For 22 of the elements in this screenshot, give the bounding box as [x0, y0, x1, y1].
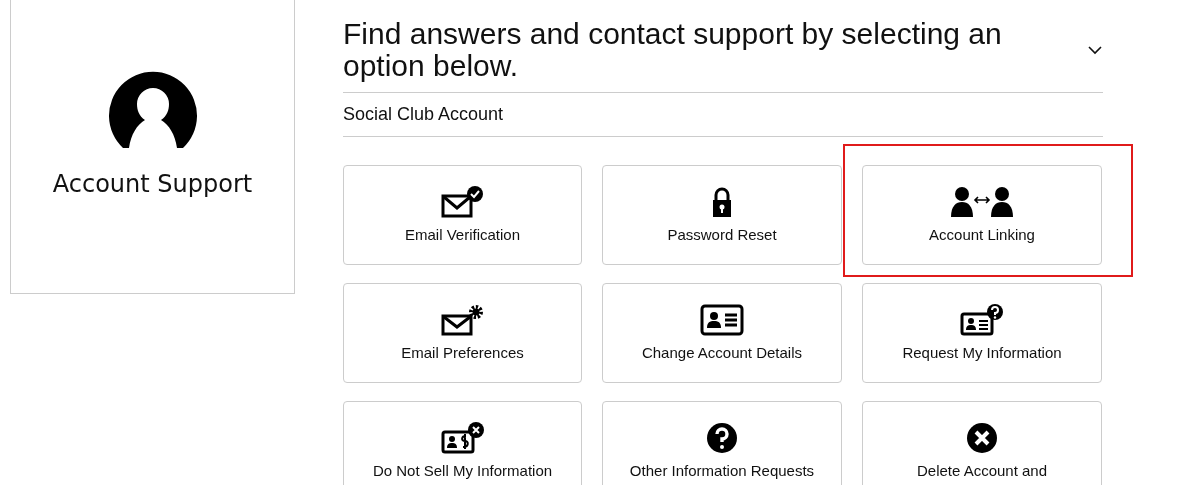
option-tile[interactable]: Password Reset [602, 165, 842, 266]
option-tile[interactable]: Request My Information [862, 283, 1102, 384]
close-icon [966, 422, 998, 455]
id-card-question-icon [960, 304, 1004, 337]
option-tile[interactable]: Other Information Requests [602, 401, 842, 485]
envelope-gear-icon [440, 304, 485, 337]
option-tile[interactable]: Email Preferences [343, 283, 582, 384]
page-heading: Find answers and contact support by selecting an option below. [343, 18, 1003, 83]
section-title: Social Club Account [343, 93, 1103, 138]
id-card-cross-icon [440, 422, 485, 455]
lock-icon [710, 186, 734, 219]
user-icon [108, 69, 197, 148]
option-tile[interactable]: Email Verification [343, 165, 582, 266]
two-users-icon [950, 186, 1014, 219]
option-tile[interactable]: Do Not Sell My Information [343, 401, 582, 485]
option-tile[interactable]: Delete Account and [862, 401, 1102, 485]
sidebar-title: Account Support [52, 168, 253, 200]
question-icon [706, 422, 738, 455]
envelope-check-icon [440, 186, 485, 219]
id-card-icon [700, 304, 744, 337]
option-tile[interactable]: Account Linking [862, 165, 1102, 266]
option-tile[interactable]: Change Account Details [602, 283, 842, 384]
